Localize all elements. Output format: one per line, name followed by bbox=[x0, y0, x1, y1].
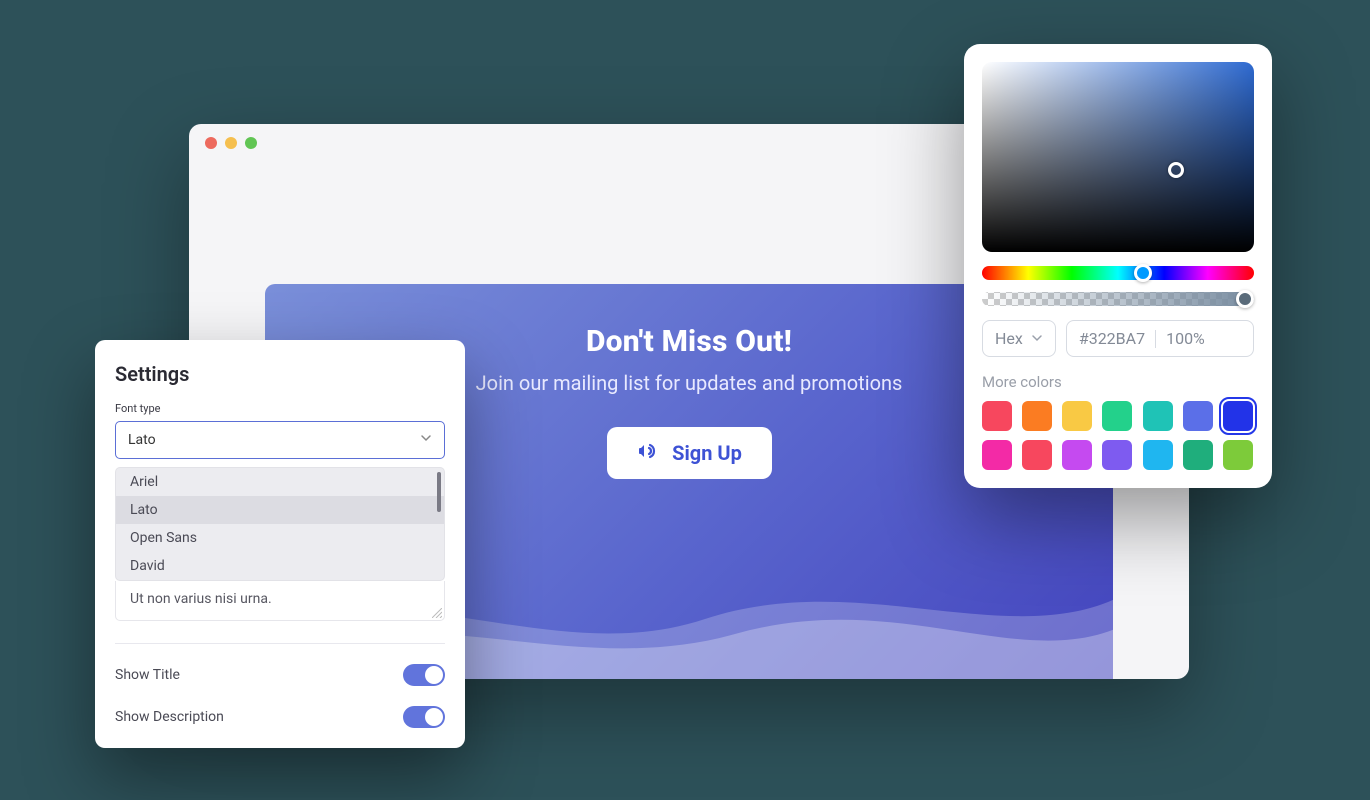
settings-panel: Settings Font type Lato Ariel Lato Open … bbox=[95, 340, 465, 748]
textarea-content: Ut non varius nisi urna. bbox=[130, 591, 272, 607]
hex-value-text: #322BA7 bbox=[1079, 329, 1145, 348]
swatch-8[interactable] bbox=[1022, 440, 1052, 470]
swatch-13[interactable] bbox=[1223, 440, 1253, 470]
swatch-9[interactable] bbox=[1062, 440, 1092, 470]
swatch-3[interactable] bbox=[1102, 401, 1132, 431]
color-format-label: Hex bbox=[995, 329, 1023, 348]
show-title-label: Show Title bbox=[115, 667, 180, 683]
settings-title: Settings bbox=[95, 340, 465, 396]
hue-slider[interactable] bbox=[982, 266, 1254, 280]
window-close-icon[interactable] bbox=[205, 137, 217, 149]
swatch-6[interactable] bbox=[1223, 401, 1253, 431]
color-picker-panel: Hex #322BA7 100% More colors bbox=[964, 44, 1272, 488]
font-option-lato[interactable]: Lato bbox=[116, 496, 444, 524]
swatch-0[interactable] bbox=[982, 401, 1012, 431]
description-textarea[interactable]: Ut non varius nisi urna. bbox=[115, 581, 445, 621]
window-maximize-icon[interactable] bbox=[245, 137, 257, 149]
more-colors-label: More colors bbox=[982, 373, 1254, 391]
font-type-label: Font type bbox=[95, 396, 465, 421]
swatch-12[interactable] bbox=[1183, 440, 1213, 470]
font-option-open-sans[interactable]: Open Sans bbox=[116, 524, 444, 552]
show-title-toggle[interactable] bbox=[403, 664, 445, 686]
chevron-down-icon bbox=[1031, 329, 1043, 348]
swatch-2[interactable] bbox=[1062, 401, 1092, 431]
font-type-select[interactable]: Lato bbox=[115, 421, 445, 459]
color-format-select[interactable]: Hex bbox=[982, 320, 1056, 357]
value-separator bbox=[1155, 330, 1156, 348]
font-option-ariel[interactable]: Ariel bbox=[116, 468, 444, 496]
swatch-7[interactable] bbox=[982, 440, 1012, 470]
color-value-input[interactable]: #322BA7 100% bbox=[1066, 320, 1254, 357]
font-type-selected-value: Lato bbox=[128, 432, 156, 448]
dropdown-scrollbar[interactable] bbox=[437, 472, 441, 512]
font-option-david[interactable]: David bbox=[116, 552, 444, 580]
alpha-slider-thumb[interactable] bbox=[1236, 290, 1254, 308]
divider bbox=[115, 643, 445, 644]
megaphone-icon bbox=[636, 439, 660, 468]
swatch-11[interactable] bbox=[1143, 440, 1173, 470]
saturation-field[interactable] bbox=[982, 62, 1254, 252]
opacity-value-text: 100% bbox=[1166, 329, 1205, 348]
show-description-row: Show Description bbox=[95, 696, 465, 738]
resize-handle-icon[interactable] bbox=[432, 608, 442, 618]
font-type-dropdown: Ariel Lato Open Sans David bbox=[115, 467, 445, 581]
chevron-down-icon bbox=[420, 432, 432, 448]
swatch-10[interactable] bbox=[1102, 440, 1132, 470]
swatch-5[interactable] bbox=[1183, 401, 1213, 431]
swatch-1[interactable] bbox=[1022, 401, 1052, 431]
signup-button[interactable]: Sign Up bbox=[607, 427, 772, 479]
show-description-label: Show Description bbox=[115, 709, 224, 725]
color-swatches bbox=[982, 401, 1254, 470]
signup-button-label: Sign Up bbox=[672, 441, 742, 465]
alpha-slider[interactable] bbox=[982, 292, 1254, 306]
hue-slider-thumb[interactable] bbox=[1134, 264, 1152, 282]
swatch-4[interactable] bbox=[1143, 401, 1173, 431]
show-description-toggle[interactable] bbox=[403, 706, 445, 728]
saturation-cursor[interactable] bbox=[1168, 162, 1184, 178]
show-title-row: Show Title bbox=[95, 654, 465, 696]
window-minimize-icon[interactable] bbox=[225, 137, 237, 149]
